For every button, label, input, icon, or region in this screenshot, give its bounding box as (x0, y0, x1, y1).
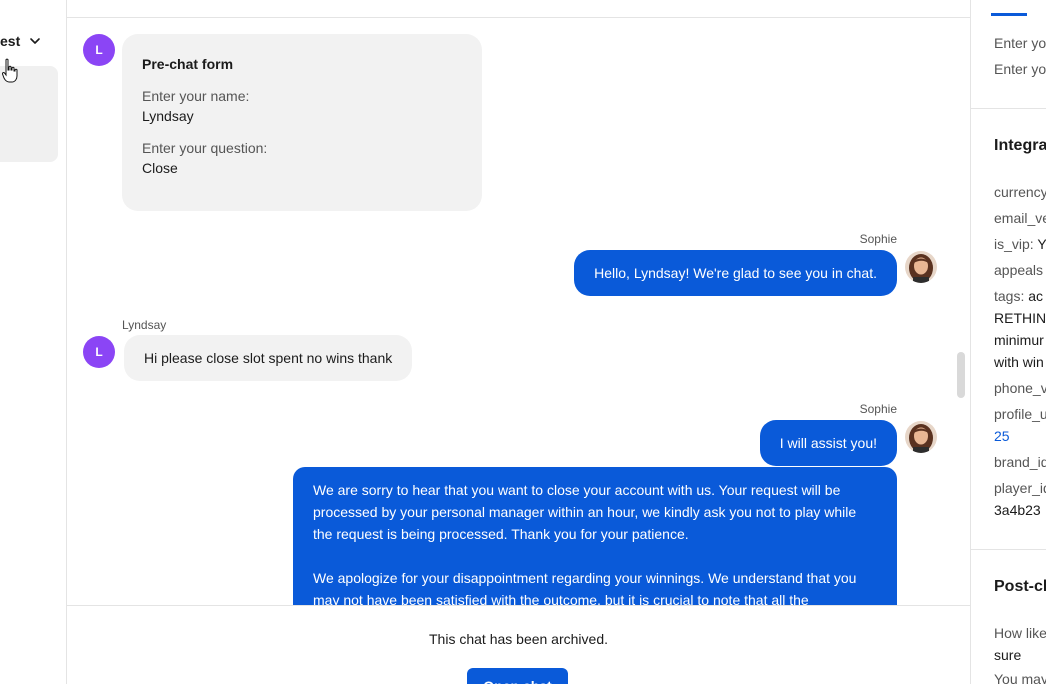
agent-avatar (905, 421, 937, 453)
integration-field-label: is_vip: (994, 236, 1034, 252)
integration-field-value: 3a4b23 (994, 502, 1041, 518)
integrations-heading: Integra (994, 137, 1046, 154)
hand-cursor-icon (2, 58, 18, 83)
integration-field-label: tags: (994, 288, 1025, 304)
form-question: Enter your name: (142, 88, 250, 104)
chat-filter-label: est (0, 33, 21, 49)
post-chat-question: How like (994, 625, 1046, 641)
visitor-avatar-letter: L (95, 345, 103, 359)
divider (971, 108, 1046, 109)
chat-scrollbar[interactable] (957, 352, 965, 398)
integration-field: tags: ac (994, 288, 1043, 304)
integration-field-value: with win (994, 354, 1044, 370)
pre-chat-form-title: Pre-chat form (142, 56, 234, 72)
visitor-message-bubble: Hi please close slot spent no wins thank (124, 335, 413, 381)
open-chat-button[interactable]: Open chat (467, 668, 568, 684)
chat-header (67, 0, 970, 18)
pre-chat-form-card: Pre-chat form Enter your name: Lyndsay E… (122, 34, 482, 211)
integration-field: phone_v (994, 380, 1046, 396)
message-sender: Lyndsay (122, 318, 167, 332)
agent-avatar (905, 251, 937, 283)
chat-window: L Pre-chat form Enter your name: Lyndsay… (67, 0, 970, 684)
visitor-avatar-letter: L (95, 43, 103, 57)
chat-app: est L Pre-chat form Enter your name: Lyn… (0, 0, 1046, 684)
integration-field: brand_id (994, 454, 1046, 470)
agent-avatar-image (905, 421, 937, 453)
integration-field-value: RETHIN (994, 310, 1046, 326)
message-sender: Sophie (859, 232, 897, 246)
details-field: Enter yo (994, 61, 1046, 77)
active-tab-indicator (991, 13, 1027, 16)
post-chat-answer: sure (994, 647, 1022, 663)
details-field: Enter yo (994, 35, 1046, 51)
integration-field: email_ve (994, 210, 1046, 226)
integration-field: currency (994, 184, 1046, 200)
form-answer: Lyndsay (142, 108, 194, 124)
agent-message-bubble: Hello, Lyndsay! We're glad to see you in… (574, 250, 897, 296)
agent-message-bubble: I will assist you! (759, 420, 897, 466)
chevron-down-icon (30, 38, 41, 44)
integration-field-value: minimur (994, 332, 1044, 348)
integration-field-value: ac (1028, 288, 1044, 304)
message-paragraph: We are sorry to hear that you want to cl… (313, 482, 857, 542)
details-panel: Enter yo Enter yo Integra currency email… (970, 0, 1046, 684)
message-sender: Sophie (859, 402, 897, 416)
post-chat-heading: Post-ch (994, 578, 1046, 595)
post-chat-question: You may (994, 671, 1046, 684)
integration-field-value: Y (1037, 236, 1046, 252)
form-question: Enter your question: (142, 140, 268, 156)
integration-field: is_vip: Y (994, 236, 1046, 252)
agent-avatar-image (905, 251, 937, 283)
visitor-avatar: L (83, 336, 115, 368)
agent-long-message-bubble: We are sorry to hear that you want to cl… (293, 467, 897, 617)
chat-list-panel: est (0, 0, 67, 684)
visitor-avatar: L (83, 34, 115, 66)
integration-field: player_id (994, 480, 1046, 496)
divider (971, 549, 1046, 550)
archived-footer: This chat has been archived. Open chat (67, 605, 970, 684)
chat-filter-dropdown[interactable]: est (0, 33, 42, 49)
form-answer: Close (142, 160, 178, 176)
archived-notice: This chat has been archived. (429, 631, 608, 647)
profile-link[interactable]: 25 (994, 428, 1010, 444)
integration-field: appeals (994, 262, 1044, 278)
integration-field: profile_u (994, 406, 1046, 422)
